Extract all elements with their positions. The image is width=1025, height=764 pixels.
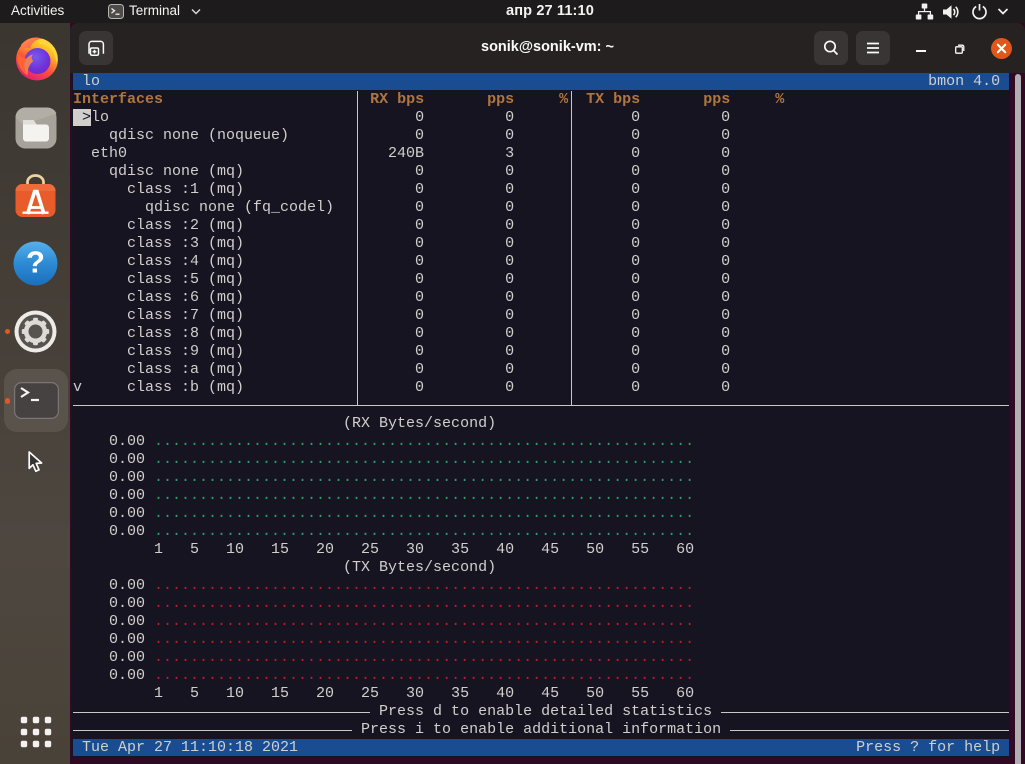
svg-text:?: ? xyxy=(26,245,45,280)
